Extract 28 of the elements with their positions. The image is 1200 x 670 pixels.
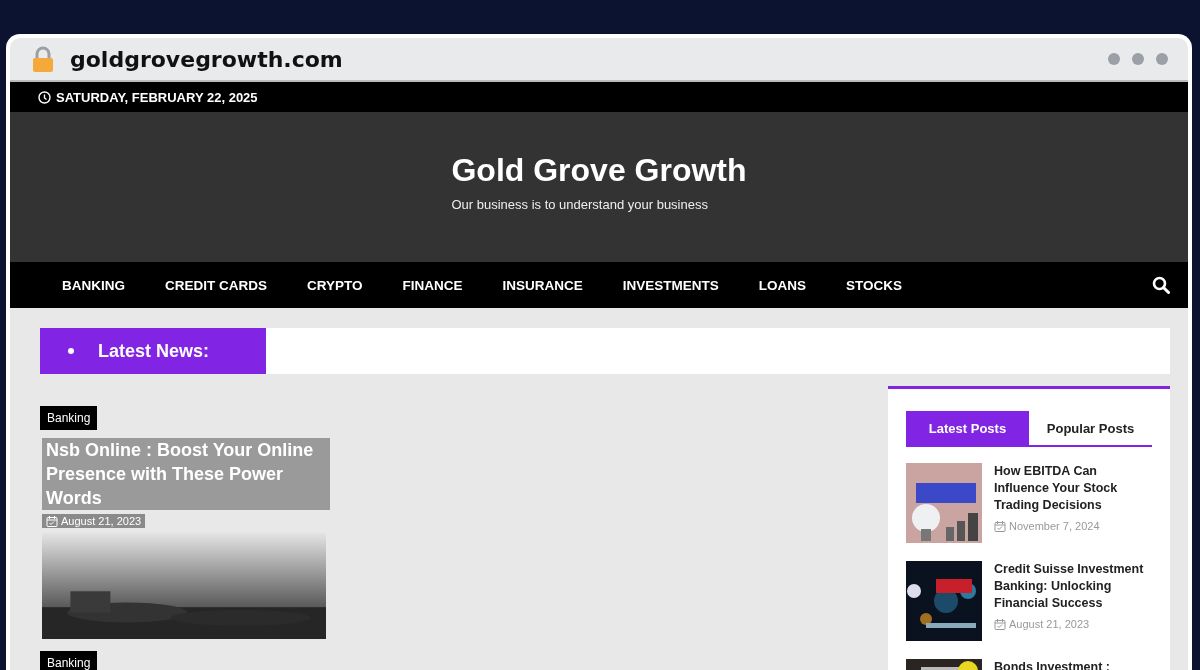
clock-icon — [38, 90, 51, 104]
post-title[interactable]: Credit Suisse Investment Banking: Unlocking Financial Success — [994, 561, 1152, 612]
calendar-icon — [994, 618, 1006, 630]
post-date: August 21, 2023 — [1009, 618, 1090, 630]
sidebar-tab[interactable]: Popular Posts — [1029, 411, 1152, 445]
nav-link[interactable]: INSURANCE — [482, 277, 603, 293]
sidebar-tab[interactable]: Latest Posts — [906, 411, 1029, 445]
nav-link[interactable]: CRYPTO — [287, 277, 383, 293]
bullet-icon — [68, 348, 74, 354]
nav-link[interactable]: CREDIT CARDS — [145, 277, 287, 293]
address-bar-url[interactable]: goldgrovegrowth.com — [70, 46, 343, 72]
post-date: November 7, 2024 — [1009, 520, 1100, 532]
search-icon[interactable] — [1152, 276, 1170, 294]
category-tag[interactable]: Banking — [40, 406, 98, 430]
nav-link[interactable]: BANKING — [42, 277, 145, 293]
category-tag[interactable]: Banking — [40, 651, 98, 670]
nav-link[interactable]: FINANCE — [382, 277, 483, 293]
site-title[interactable]: Gold Grove Growth — [451, 152, 747, 189]
site-tagline: Our business is to understand your business — [451, 197, 709, 212]
nav-link[interactable]: INVESTMENTS — [602, 277, 739, 293]
nav-link[interactable]: STOCKS — [826, 277, 923, 293]
article-date: August 21, 2023 — [61, 515, 142, 527]
post-title[interactable]: How EBITDA Can Influence Your Stock Trading Decisions — [994, 463, 1152, 514]
calendar-icon — [994, 520, 1006, 532]
current-date: SATURDAY, FEBRUARY 22, 2025 — [56, 89, 258, 105]
nav-link[interactable]: LOANS — [738, 277, 827, 293]
latest-news-label: Latest News: — [98, 340, 210, 362]
calendar-icon — [46, 515, 58, 527]
